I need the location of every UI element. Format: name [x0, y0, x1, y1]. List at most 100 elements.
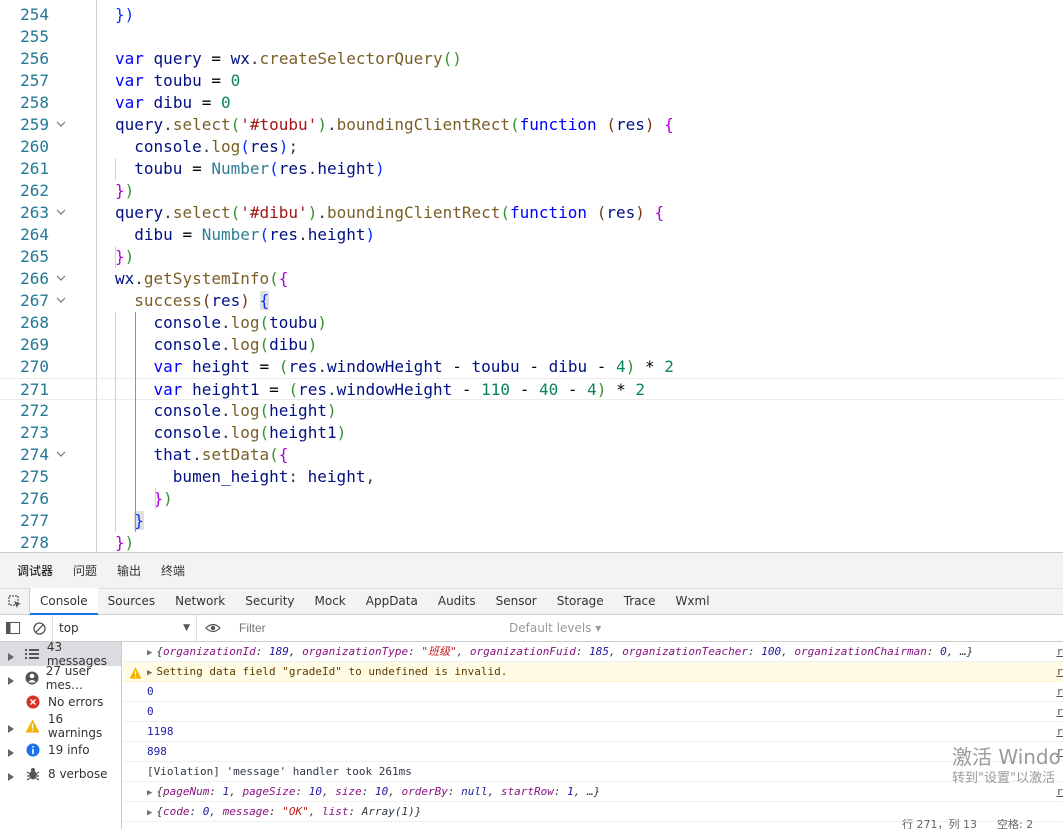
line-number: 263	[20, 203, 49, 222]
code-line[interactable]: 272 console.log(height)	[0, 400, 1063, 422]
sidebar-filter-item[interactable]: 16 warnings	[0, 712, 121, 740]
code-line[interactable]: 268 console.log(toubu)	[0, 312, 1063, 334]
eye-icon[interactable]	[197, 615, 229, 641]
code-line[interactable]: 261 toubu = Number(res.height)	[0, 158, 1063, 180]
source-link[interactable]: r	[1056, 702, 1063, 722]
tab-console[interactable]: Console	[30, 588, 98, 615]
tab-trace[interactable]: Trace	[614, 588, 666, 615]
expand-triangle-icon[interactable]	[8, 746, 14, 760]
sidebar-toggle-icon[interactable]	[0, 615, 26, 641]
code-editor[interactable]: 254}) 255 256 var query = wx.createSelector…	[0, 0, 1063, 552]
code-line[interactable]: 263 query.select('#dibu').boundingClientR…	[0, 202, 1063, 224]
expand-triangle-icon[interactable]: ▶	[147, 668, 152, 678]
tab-storage[interactable]: Storage	[547, 588, 614, 615]
code-text: }	[134, 511, 144, 530]
code-line[interactable]: 262})	[0, 180, 1063, 202]
console-message[interactable]: ▶ {pageNum: 1, pageSize: 10, size: 10, or…	[123, 782, 1063, 802]
code-text: var toubu = 0	[115, 71, 241, 90]
expand-triangle-icon[interactable]	[8, 650, 14, 664]
tab-network[interactable]: Network	[165, 588, 235, 615]
expand-triangle-icon[interactable]	[8, 722, 14, 736]
code-line[interactable]: 256 var query = wx.createSelectorQuery()	[0, 48, 1063, 70]
code-line[interactable]: 270 var height = (res.windowHeight - tou…	[0, 356, 1063, 378]
tab-sources[interactable]: Sources	[98, 588, 165, 615]
source-link[interactable]: r	[1056, 642, 1063, 662]
code-line[interactable]: 255	[0, 26, 1063, 48]
tab-security[interactable]: Security	[235, 588, 304, 615]
code-line[interactable]: 266 wx.getSystemInfo({	[0, 268, 1063, 290]
console-message[interactable]: 0r	[123, 682, 1063, 702]
code-text: bumen_height: height,	[172, 467, 376, 486]
warning-icon	[24, 719, 42, 733]
expand-triangle-icon[interactable]: ▶	[147, 788, 152, 798]
code-line[interactable]: 278})	[0, 532, 1063, 552]
code-line[interactable]: 271 var height1 = (res.windowHeight - 11…	[0, 378, 1063, 400]
expand-triangle-icon[interactable]	[8, 674, 14, 688]
source-link[interactable]: r	[1056, 782, 1063, 802]
console-message[interactable]: [Violation] 'message' handler took 261ms	[123, 762, 1063, 782]
code-text: console.log(height)	[153, 401, 337, 420]
code-line[interactable]: 260 console.log(res);	[0, 136, 1063, 158]
indent-setting[interactable]: 空格: 2	[997, 819, 1033, 829]
code-line[interactable]: 273 console.log(height1)	[0, 422, 1063, 444]
line-number: 274	[20, 445, 49, 464]
console-message[interactable]: ▶ Setting data field "gradeId" to undefin…	[123, 662, 1063, 682]
outer-tab[interactable]: 调试器	[17, 562, 53, 579]
clear-console-icon[interactable]	[26, 615, 52, 641]
indent-guide	[115, 246, 116, 268]
code-line[interactable]: 274 that.setData({	[0, 444, 1063, 466]
code-line[interactable]: 257 var toubu = 0	[0, 70, 1063, 92]
sidebar-filter-item[interactable]: 19 info	[0, 738, 121, 762]
fold-chevron-icon[interactable]	[56, 202, 68, 224]
indent-guide	[96, 0, 97, 552]
message-text: {code: 0, message: "OK", list: Array(1)}	[156, 805, 422, 818]
outer-tab[interactable]: 终端	[161, 562, 185, 579]
expand-triangle-icon[interactable]	[8, 770, 14, 784]
expand-triangle-icon[interactable]: ▶	[147, 648, 152, 658]
filter-input[interactable]	[239, 619, 509, 637]
log-levels-dropdown[interactable]: Default levels ▾	[509, 621, 601, 635]
sidebar-filter-item[interactable]: 43 messages	[0, 640, 121, 668]
fold-chevron-icon[interactable]	[56, 290, 68, 312]
sidebar-filter-item[interactable]: 8 verbose	[0, 762, 121, 786]
tab-appdata[interactable]: AppData	[356, 588, 428, 615]
code-text: })	[115, 533, 135, 552]
list-icon	[24, 648, 41, 660]
tab-sensor[interactable]: Sensor	[486, 588, 547, 615]
outer-tab[interactable]: 问题	[73, 562, 97, 579]
code-line[interactable]: 276 })	[0, 488, 1063, 510]
code-line[interactable]: 277 }	[0, 510, 1063, 532]
fold-chevron-icon[interactable]	[56, 268, 68, 290]
tab-wxml[interactable]: Wxml	[666, 588, 720, 615]
code-line[interactable]: 267 success(res) {	[0, 290, 1063, 312]
code-line[interactable]: 258 var dibu = 0	[0, 92, 1063, 114]
outer-tab[interactable]: 输出	[117, 562, 141, 579]
source-link[interactable]: r	[1056, 742, 1063, 762]
chevron-down-icon: ▼	[183, 623, 190, 633]
console-message[interactable]: 898 r	[123, 742, 1063, 762]
source-link[interactable]: r	[1056, 662, 1063, 682]
console-message[interactable]: 1198 r	[123, 722, 1063, 742]
source-link[interactable]: r	[1056, 682, 1063, 702]
sidebar-item-label: No errors	[48, 695, 104, 709]
code-line[interactable]: 259 query.select('#toubu').boundingClient…	[0, 114, 1063, 136]
code-line[interactable]: 275 bumen_height: height,	[0, 466, 1063, 488]
console-message[interactable]: ▶ {organizationId: 189, organizationType:…	[123, 642, 1063, 662]
indent-guide	[115, 312, 116, 532]
sidebar-filter-item[interactable]: No errors	[0, 690, 121, 714]
fold-chevron-icon[interactable]	[56, 444, 68, 466]
code-line[interactable]: 254})	[0, 4, 1063, 26]
tab-audits[interactable]: Audits	[428, 588, 486, 615]
line-number: 257	[20, 71, 49, 90]
code-line[interactable]: 265})	[0, 246, 1063, 268]
sidebar-filter-item[interactable]: 27 user mes…	[0, 664, 121, 692]
source-link[interactable]: r	[1056, 722, 1063, 742]
context-selector[interactable]: top ▼	[52, 615, 197, 641]
console-message[interactable]: 0r	[123, 702, 1063, 722]
code-line[interactable]: 269 console.log(dibu)	[0, 334, 1063, 356]
code-line[interactable]: 264 dibu = Number(res.height)	[0, 224, 1063, 246]
tab-mock[interactable]: Mock	[305, 588, 356, 615]
inspect-element-icon[interactable]	[0, 588, 30, 615]
expand-triangle-icon[interactable]: ▶	[147, 808, 152, 818]
fold-chevron-icon[interactable]	[56, 114, 68, 136]
